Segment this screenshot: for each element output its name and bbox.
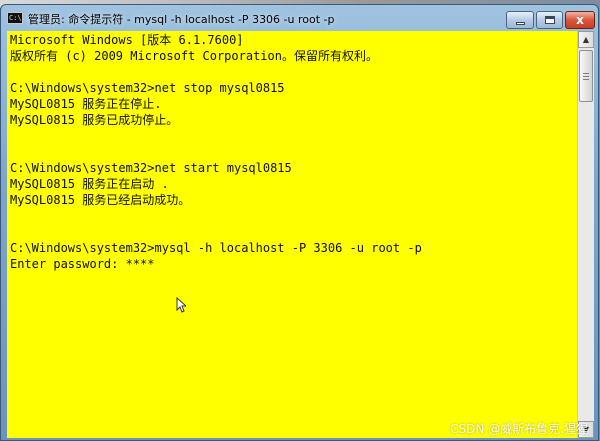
console-line: C:\Windows\system32>net start mysql0815: [10, 161, 292, 175]
console-line: 版权所有 (c) 2009 Microsoft Corporation。保留所有…: [10, 49, 378, 63]
maximize-icon: [545, 16, 555, 24]
minimize-icon: [516, 22, 525, 25]
mouse-pointer-icon: [176, 297, 186, 313]
close-icon: x: [576, 13, 584, 27]
console-app-icon[interactable]: C:\: [7, 12, 23, 24]
console-line: Microsoft Windows [版本 6.1.7600]: [10, 33, 244, 47]
scroll-up-button[interactable]: ▲: [578, 31, 594, 48]
console-line: C:\Windows\system32>net stop mysql0815: [10, 81, 285, 95]
command-prompt-window: C:\ 管理员: 命令提示符 - mysql -h localhost -P 3…: [0, 4, 599, 441]
maximize-button[interactable]: [536, 11, 563, 29]
console-line: MySQL0815 服务正在启动 .: [10, 177, 169, 191]
grip-line: [583, 76, 589, 77]
grip-line: [583, 73, 589, 74]
window-title: 管理员: 命令提示符 - mysql -h localhost -P 3306 …: [28, 13, 335, 26]
console-line: Enter password: ****: [10, 257, 155, 271]
console-output[interactable]: Microsoft Windows [版本 6.1.7600] 版权所有 (c)…: [7, 31, 577, 438]
close-button[interactable]: x: [565, 11, 595, 29]
title-bar[interactable]: C:\ 管理员: 命令提示符 - mysql -h localhost -P 3…: [1, 5, 598, 31]
console-line: MySQL0815 服务已经启动成功。: [10, 193, 191, 207]
minimize-button[interactable]: [506, 11, 534, 29]
grip-line: [583, 79, 589, 80]
scrollbar-thumb[interactable]: [579, 50, 593, 102]
console-line: C:\Windows\system32>mysql -h localhost -…: [10, 241, 422, 255]
source-watermark: CSDN @威斯布鲁克.猩猩: [450, 422, 588, 436]
console-line: MySQL0815 服务正在停止.: [10, 97, 162, 111]
console-line: MySQL0815 服务已成功停止。: [10, 113, 179, 127]
vertical-scrollbar[interactable]: ▲ ▼: [577, 31, 594, 438]
